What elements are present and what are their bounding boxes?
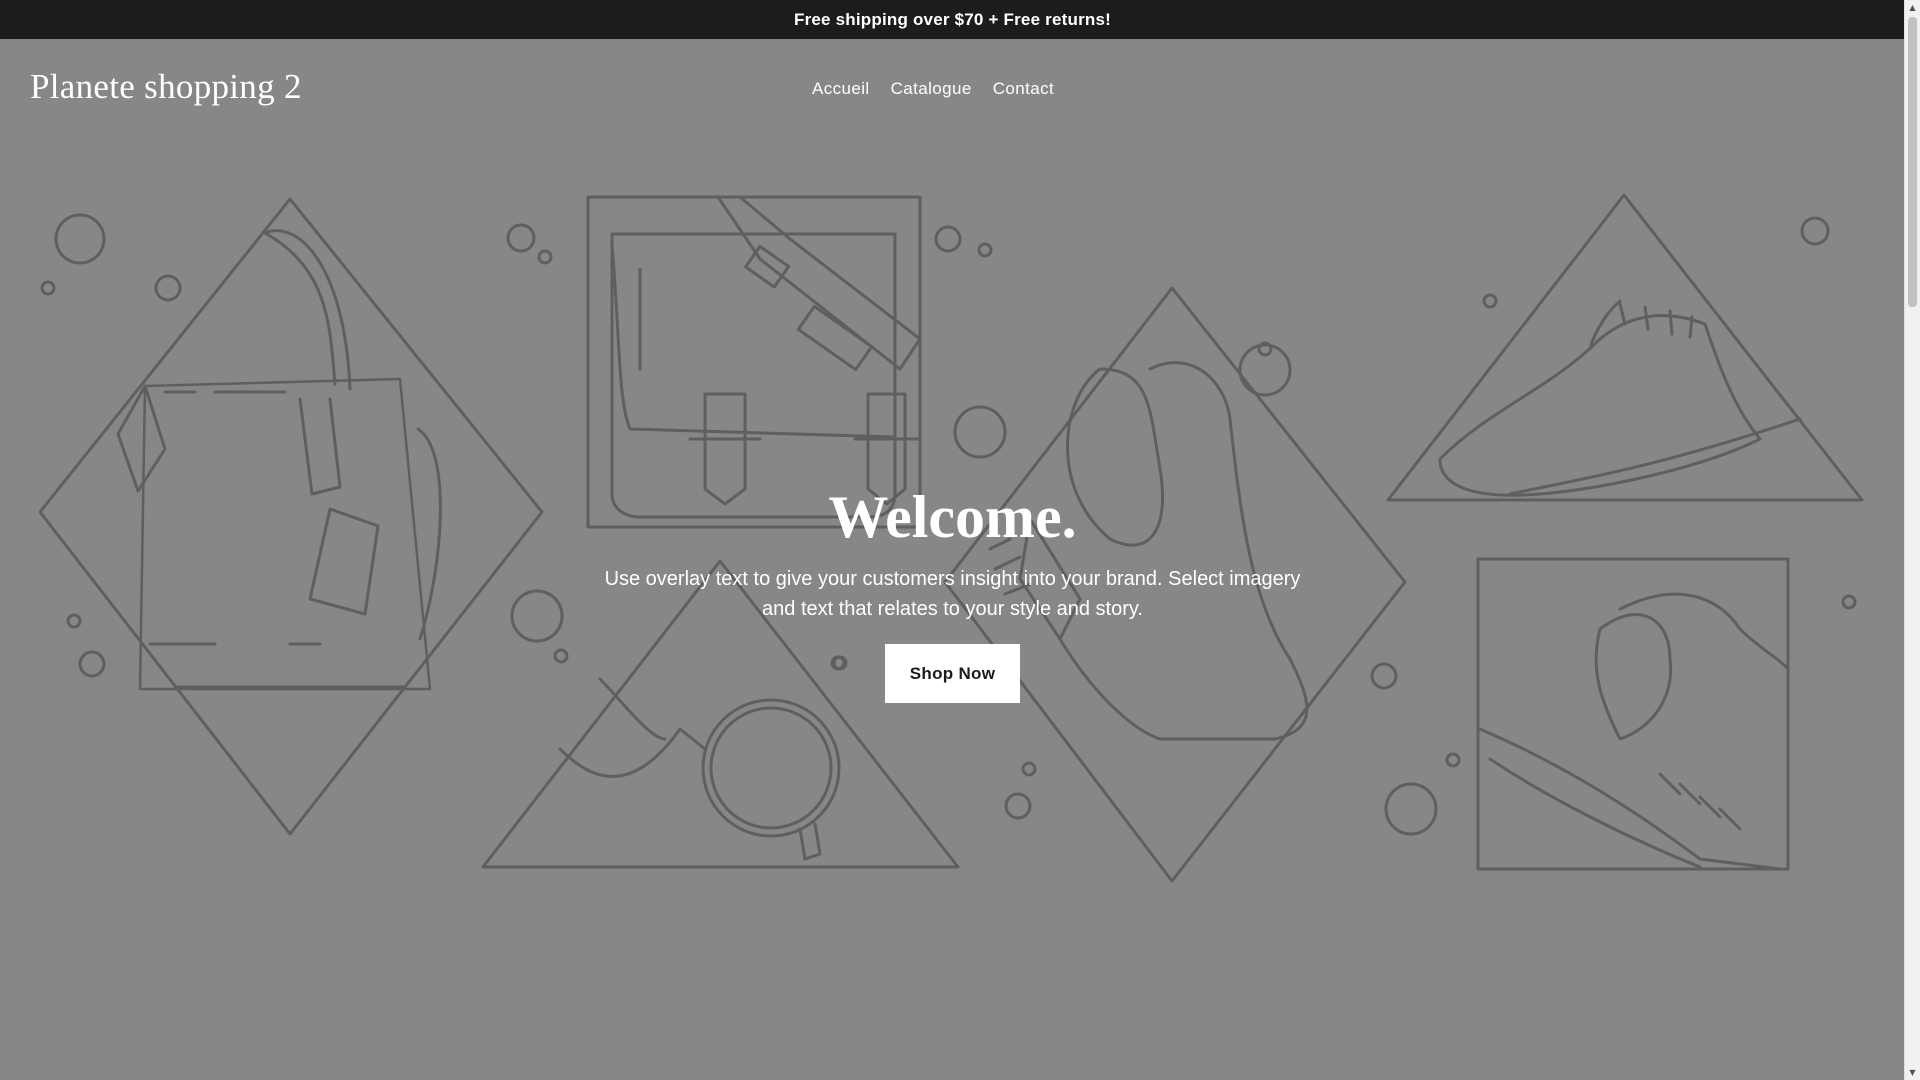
vertical-scrollbar[interactable]: ▲ ▼ bbox=[1904, 0, 1920, 1080]
hero-content: Welcome. Use overlay text to give your c… bbox=[580, 482, 1325, 703]
feather-hat-icon bbox=[1384, 557, 1857, 871]
announcement-bar: Free shipping over $70 + Free returns! bbox=[0, 0, 1905, 39]
nav-item-contact[interactable]: Contact bbox=[993, 79, 1054, 99]
handbag-icon bbox=[38, 197, 544, 836]
scroll-down-arrow-icon[interactable]: ▼ bbox=[1905, 1065, 1920, 1080]
page: Free shipping over $70 + Free returns! P… bbox=[0, 0, 1920, 1080]
brogue-shoe-icon bbox=[1386, 193, 1864, 502]
hero-title: Welcome. bbox=[828, 484, 1077, 550]
shop-now-button[interactable]: Shop Now bbox=[884, 644, 1021, 703]
site-logo[interactable]: Planete shopping 2 bbox=[30, 67, 302, 107]
scroll-up-arrow-icon[interactable]: ▲ bbox=[1905, 0, 1920, 15]
main-nav: Accueil Catalogue Contact bbox=[812, 79, 1054, 99]
hero-text: Use overlay text to give your customers … bbox=[604, 568, 1301, 620]
messenger-bag-icon bbox=[506, 195, 993, 529]
scrollbar-thumb[interactable] bbox=[1908, 17, 1917, 307]
site-header: Planete shopping 2 Accueil Catalogue Con… bbox=[0, 39, 1905, 139]
announcement-text: Free shipping over $70 + Free returns! bbox=[793, 9, 1111, 29]
nav-item-catalogue[interactable]: Catalogue bbox=[891, 79, 972, 99]
nav-item-accueil[interactable]: Accueil bbox=[812, 79, 870, 99]
